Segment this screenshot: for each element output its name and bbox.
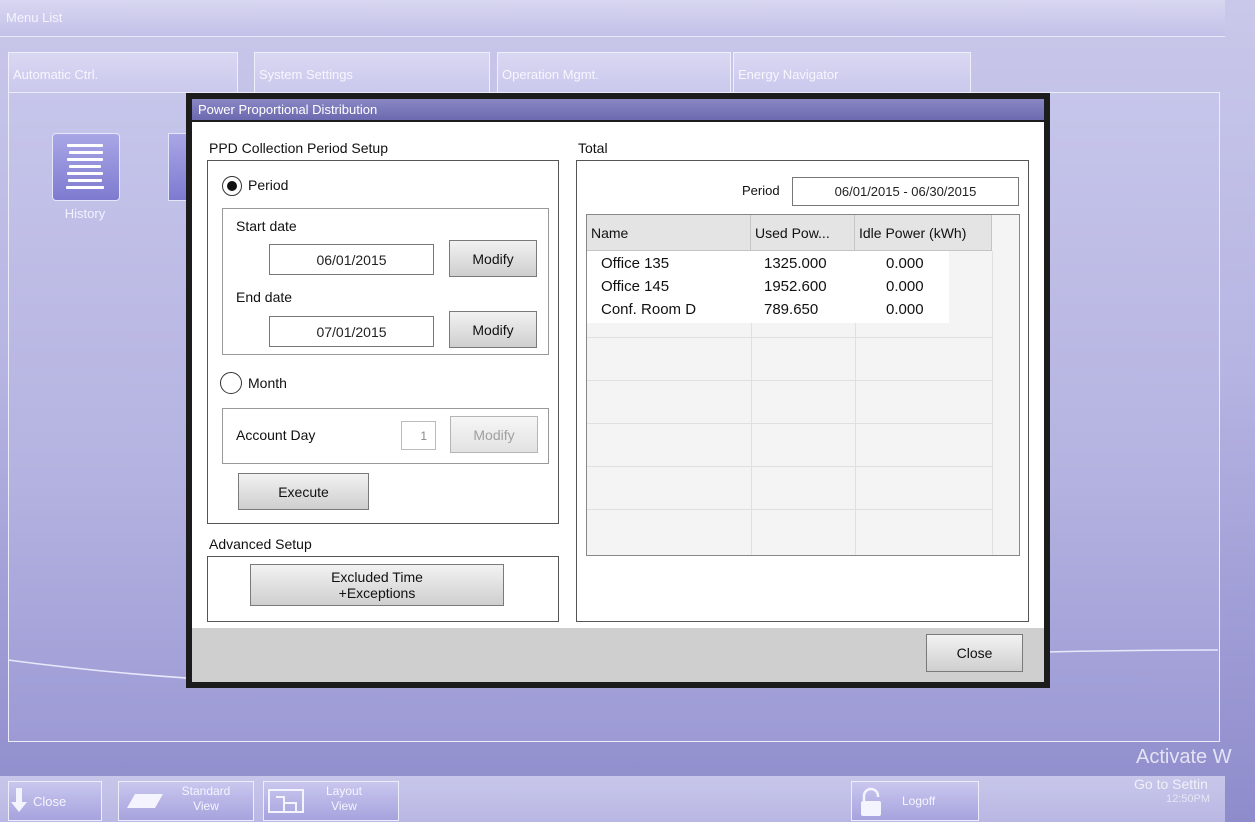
excluded-time-line1: Excluded Time: [331, 569, 423, 585]
logoff-button[interactable]: Logoff: [851, 781, 979, 821]
excluded-time-line2: +Exceptions: [338, 585, 416, 601]
cell-idle: 0.000: [886, 255, 924, 272]
down-arrow-icon: [11, 788, 27, 812]
cell-idle: 0.000: [886, 278, 924, 295]
column-header-name[interactable]: Name: [587, 215, 751, 251]
activate-watermark: Activate W: [1136, 746, 1232, 768]
layout-view-button[interactable]: Layout View: [263, 781, 399, 821]
table-row[interactable]: Office 145 1952.600 0.000: [587, 278, 992, 300]
cell-used: 1325.000: [764, 255, 827, 272]
layout-view-label: Layout View: [314, 784, 374, 814]
dialog-close-button[interactable]: Close: [926, 634, 1023, 672]
tab-operation-mgmt[interactable]: Operation Mgmt.: [497, 52, 731, 93]
tab-label: System Settings: [259, 67, 353, 82]
tab-automatic-ctrl[interactable]: Automatic Ctrl.: [8, 52, 238, 93]
cell-used: 1952.600: [764, 278, 827, 295]
layout-view-line2: View: [331, 799, 357, 813]
column-header-idle-power[interactable]: Idle Power (kWh): [855, 215, 992, 251]
tab-label: Operation Mgmt.: [502, 67, 599, 82]
lock-icon: [861, 787, 881, 816]
month-radio-label: Month: [248, 375, 287, 391]
excluded-time-button[interactable]: Excluded Time +Exceptions: [250, 564, 504, 606]
start-date-modify-button[interactable]: Modify: [449, 240, 537, 277]
tab-label: Energy Navigator: [738, 67, 839, 82]
end-date-field[interactable]: 07/01/2015: [269, 316, 434, 347]
history-label: History: [64, 206, 106, 221]
layout-view-line1: Layout: [325, 784, 363, 798]
dialog-title-bar[interactable]: Power Proportional Distribution: [192, 99, 1044, 120]
settings-watermark: Go to Settin: [1134, 776, 1208, 792]
table-row[interactable]: Office 135 1325.000 0.000: [587, 255, 992, 277]
end-date-label: End date: [236, 289, 293, 305]
history-icon[interactable]: [52, 133, 120, 201]
start-date-label: Start date: [236, 218, 297, 234]
cell-name: Conf. Room D: [601, 301, 697, 318]
cell-idle: 0.000: [886, 301, 924, 318]
menu-bar-title: Menu List: [6, 10, 63, 25]
tab-label: Automatic Ctrl.: [13, 67, 99, 82]
start-date-field[interactable]: 06/01/2015: [269, 244, 434, 275]
advanced-heading: Advanced Setup: [209, 536, 312, 552]
toolbar-close-button[interactable]: Close: [8, 781, 102, 821]
tab-energy-navigator[interactable]: Energy Navigator: [733, 52, 971, 93]
end-date-modify-button[interactable]: Modify: [449, 311, 537, 348]
cell-used: 789.650: [764, 301, 819, 318]
total-heading: Total: [578, 140, 608, 156]
total-period-field: 06/01/2015 - 06/30/2015: [792, 177, 1019, 206]
period-radio[interactable]: [222, 176, 242, 196]
clock-time: 12:50PM: [1166, 793, 1211, 805]
account-day-label: Account Day: [236, 427, 316, 443]
account-day-modify-button[interactable]: Modify: [450, 416, 538, 453]
toolbar-close-label: Close: [33, 794, 67, 809]
dialog-footer: [192, 628, 1044, 682]
standard-view-line1: Standard: [181, 784, 231, 798]
month-radio[interactable]: [220, 372, 242, 394]
cell-name: Office 135: [601, 255, 670, 272]
tab-system-settings[interactable]: System Settings: [254, 52, 490, 93]
layout-view-icon: [268, 789, 304, 813]
collection-heading: PPD Collection Period Setup: [209, 140, 388, 156]
dialog-title: Power Proportional Distribution: [198, 102, 378, 117]
logoff-label: Logoff: [902, 794, 936, 808]
standard-view-label: Standard View: [171, 784, 241, 814]
table-row[interactable]: Conf. Room D 789.650 0.000: [587, 301, 992, 323]
standard-view-line2: View: [193, 799, 219, 813]
cell-name: Office 145: [601, 278, 670, 295]
standard-view-icon: [127, 794, 163, 808]
period-radio-label: Period: [248, 177, 289, 193]
execute-button[interactable]: Execute: [238, 473, 369, 510]
total-period-label: Period: [742, 183, 780, 198]
results-table[interactable]: Name Used Pow... Idle Power (kWh) Office…: [586, 214, 1020, 556]
account-day-field[interactable]: 1: [401, 421, 436, 450]
menu-bar: Menu List: [0, 0, 1225, 37]
standard-view-button[interactable]: Standard View: [118, 781, 254, 821]
column-header-used-power[interactable]: Used Pow...: [751, 215, 855, 251]
